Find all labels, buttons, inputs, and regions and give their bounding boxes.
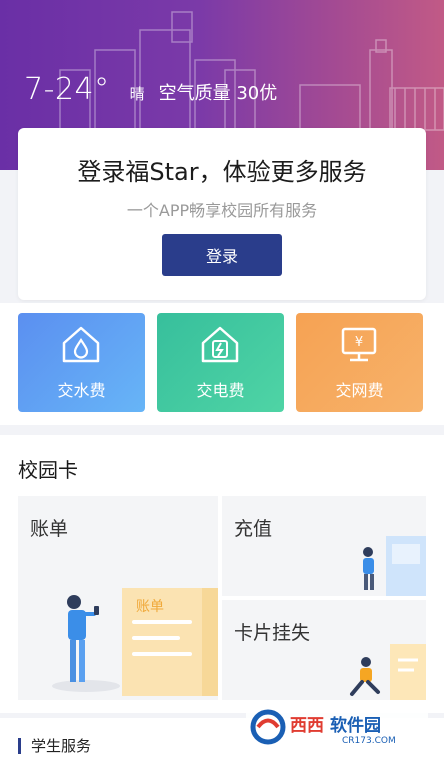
student-services-title: 学生服务 [18, 738, 91, 754]
svg-text:软件园: 软件园 [330, 715, 381, 736]
pay-network-tile[interactable]: ¥ 交网费 [296, 313, 423, 412]
weather-condition: 晴 [129, 85, 145, 103]
bill-feature-card[interactable]: 账单 账单 [18, 496, 218, 700]
recharge-feature-card[interactable]: 充值 [222, 496, 426, 596]
watermark-logo: 西西 软件园 CR173.COM [246, 706, 428, 748]
electricity-house-icon [201, 326, 239, 363]
campus-card-title: 校园卡 [18, 458, 78, 482]
pay-network-label: 交网费 [335, 381, 384, 400]
bill-illustration-text: 账单 [136, 599, 164, 615]
login-card: 登录福Star，体验更多服务 一个APP畅享校园所有服务 登录 [18, 128, 426, 300]
card-loss-illustration [350, 644, 426, 700]
svg-text:CR173.COM: CR173.COM [342, 736, 396, 746]
pay-electricity-tile[interactable]: 交电费 [157, 313, 284, 412]
pay-electricity-label: 交电费 [196, 381, 245, 400]
login-title: 登录福Star，体验更多服务 [77, 158, 367, 186]
temperature: 7-24° [24, 72, 110, 107]
weather-info: 7-24° 晴 空气质量 30优 [24, 72, 277, 107]
svg-text:¥: ¥ [355, 335, 363, 350]
air-quality: 空气质量 30优 [158, 83, 278, 104]
login-button[interactable]: 登录 [162, 234, 282, 276]
bill-illustration [52, 588, 218, 696]
pay-water-label: 交水费 [57, 381, 106, 400]
network-monitor-icon: ¥ [341, 327, 377, 362]
recharge-illustration [363, 536, 426, 596]
pay-water-tile[interactable]: 交水费 [18, 313, 145, 412]
svg-text:西西: 西西 [290, 716, 324, 736]
login-subtitle: 一个APP畅享校园所有服务 [126, 201, 318, 220]
card-loss-feature-card[interactable]: 卡片挂失 [222, 600, 426, 700]
water-house-icon [62, 326, 100, 363]
